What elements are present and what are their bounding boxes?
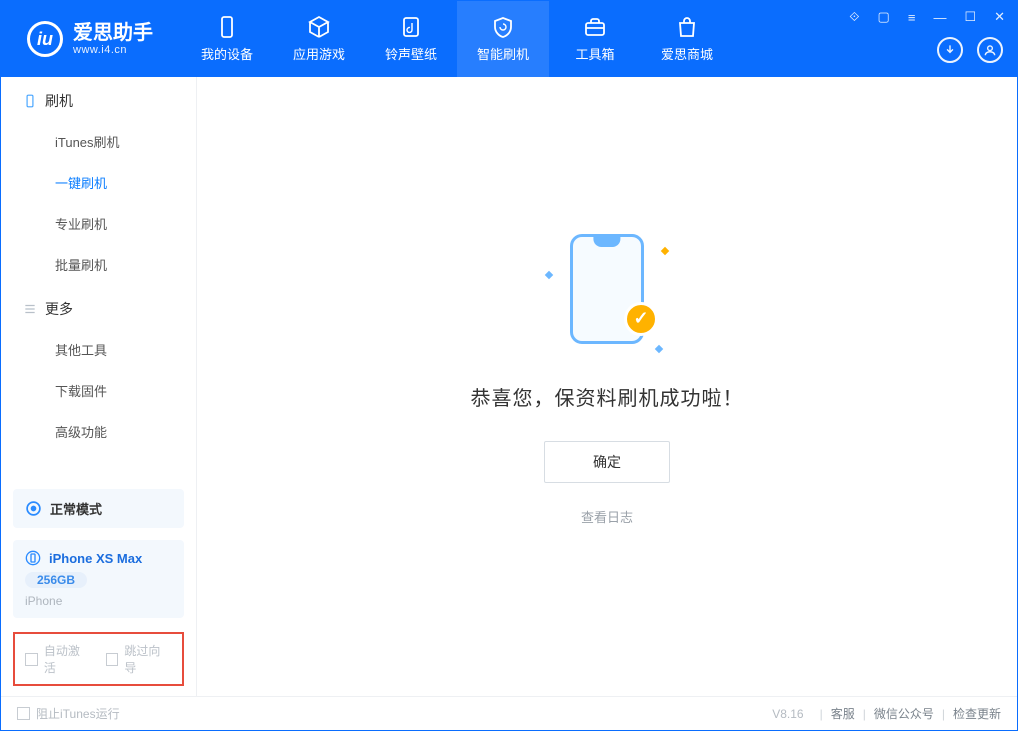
cube-icon [307,15,331,39]
tab-store[interactable]: 爱思商城 [641,1,733,77]
tab-label: 应用游戏 [293,44,345,63]
options-highlight-box: 自动激活 跳过向导 [13,632,184,686]
sidebar-item-other-tools[interactable]: 其他工具 [1,329,196,370]
success-illustration: ✓ [542,224,672,354]
tab-label: 爱思商城 [661,44,713,63]
tab-label: 工具箱 [575,44,614,63]
link-service[interactable]: 客服 [831,705,855,722]
maximize-button[interactable]: ☐ [960,7,980,27]
checkbox-auto-activate[interactable]: 自动激活 [25,642,92,676]
footer-right: V8.16 | 客服 | 微信公众号 | 检查更新 [772,705,1001,722]
briefcase-icon [583,15,607,39]
window-controls: ⟐ ▢ ≡ — ☐ ✕ [845,7,1009,27]
checkbox-icon [17,707,30,720]
sidebar-group-flash: 刷机 [1,77,196,121]
download-icon [943,43,957,57]
person-icon [983,43,997,57]
device-mode-box[interactable]: 正常模式 [13,489,184,528]
tab-toolbox[interactable]: 工具箱 [549,1,641,77]
body: 刷机 iTunes刷机 一键刷机 专业刷机 批量刷机 更多 其他工具 下载固件 … [1,77,1017,696]
logo-icon: iu [27,21,63,57]
phone-icon [25,550,41,566]
checkbox-block-itunes[interactable]: 阻止iTunes运行 [17,705,120,722]
device-icon [23,94,37,108]
skin-icon[interactable]: ▢ [874,7,894,27]
tab-my-device[interactable]: 我的设备 [181,1,273,77]
sidebar-item-pro-flash[interactable]: 专业刷机 [1,203,196,244]
menu-icon[interactable]: ≡ [904,8,920,27]
sidebar-item-itunes-flash[interactable]: iTunes刷机 [1,121,196,162]
view-log-link[interactable]: 查看日志 [581,507,633,526]
header-actions [937,37,1003,63]
sidebar: 刷机 iTunes刷机 一键刷机 专业刷机 批量刷机 更多 其他工具 下载固件 … [1,77,197,696]
checkbox-label: 自动激活 [44,642,92,676]
checkbox-skip-guide[interactable]: 跳过向导 [106,642,173,676]
group-title-label: 更多 [45,299,73,319]
phone-icon [215,15,239,39]
music-file-icon [399,15,423,39]
sidebar-item-advanced[interactable]: 高级功能 [1,411,196,452]
link-wechat[interactable]: 微信公众号 [874,705,934,722]
checkbox-icon [25,653,38,666]
tab-apps-games[interactable]: 应用游戏 [273,1,365,77]
list-icon [23,302,37,316]
link-update[interactable]: 检查更新 [953,705,1001,722]
group-title-label: 刷机 [45,91,73,111]
app-url: www.i4.cn [73,44,153,56]
device-storage: 256GB [25,572,87,588]
minimize-button[interactable]: — [929,8,950,27]
sync-icon [25,500,42,517]
device-type: iPhone [25,594,172,608]
download-button[interactable] [937,37,963,63]
settings-icon[interactable]: ⟐ [845,7,863,27]
account-button[interactable] [977,37,1003,63]
sidebar-item-batch-flash[interactable]: 批量刷机 [1,244,196,285]
check-badge-icon: ✓ [624,302,658,336]
close-button[interactable]: ✕ [990,7,1009,27]
tab-ringtones[interactable]: 铃声壁纸 [365,1,457,77]
tab-smart-flash[interactable]: 智能刷机 [457,1,549,77]
main-content: ✓ 恭喜您，保资料刷机成功啦！ 确定 查看日志 [197,77,1017,696]
checkbox-label: 跳过向导 [124,642,172,676]
ok-button[interactable]: 确定 [544,441,670,483]
refresh-shield-icon [491,15,515,39]
device-name: iPhone XS Max [49,551,142,566]
app-header: iu 爱思助手 www.i4.cn 我的设备 应用游戏 铃声壁纸 智能刷机 工具… [1,1,1017,77]
nav-tabs: 我的设备 应用游戏 铃声壁纸 智能刷机 工具箱 爱思商城 [181,1,733,77]
app-name: 爱思助手 [73,22,153,44]
logo[interactable]: iu 爱思助手 www.i4.cn [1,1,181,77]
checkbox-label: 阻止iTunes运行 [36,705,120,722]
tab-label: 铃声壁纸 [385,44,437,63]
status-bar: 阻止iTunes运行 V8.16 | 客服 | 微信公众号 | 检查更新 [1,696,1017,730]
checkbox-icon [106,653,119,666]
device-card[interactable]: iPhone XS Max 256GB iPhone [13,540,184,618]
sidebar-group-more: 更多 [1,285,196,329]
success-headline: 恭喜您，保资料刷机成功啦！ [471,382,744,411]
sidebar-item-download-firmware[interactable]: 下载固件 [1,370,196,411]
mode-label: 正常模式 [50,499,102,518]
sidebar-item-oneclick-flash[interactable]: 一键刷机 [1,162,196,203]
bag-icon [675,15,699,39]
version-label: V8.16 [772,707,803,721]
tab-label: 智能刷机 [477,44,529,63]
tab-label: 我的设备 [201,44,253,63]
